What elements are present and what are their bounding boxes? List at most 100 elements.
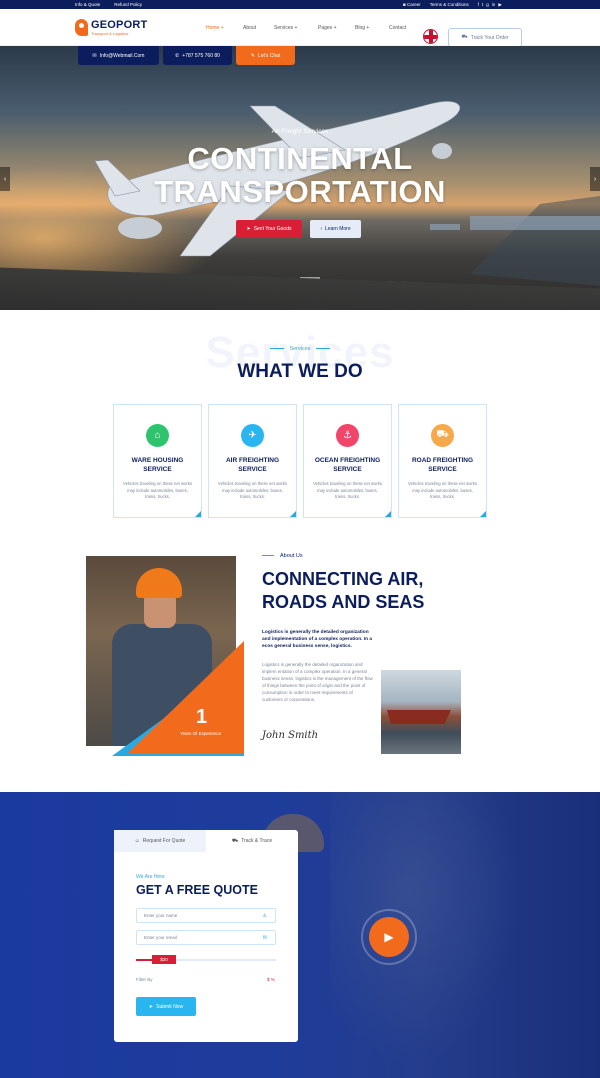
user-icon: ☺ [134, 838, 140, 844]
service-card-title: OCEAN FREIGHTING SERVICE [304, 456, 391, 474]
top-bar: Info & Quote Refund Policy ◙ Career Term… [0, 0, 600, 9]
phone-label: +787 575 760 80 [182, 52, 220, 59]
price-slider-value[interactable]: $20 [152, 955, 176, 964]
service-card-title-line1: ROAD FREIGHTING [411, 457, 474, 464]
camera-icon: ◙ [403, 2, 406, 7]
phone-icon: ✆ [175, 52, 180, 59]
service-card-road-freighting[interactable]: ⛟ ROAD FREIGHTING SERVICE Vehicles travel… [398, 404, 487, 518]
service-card-title: ROAD FREIGHTING SERVICE [399, 456, 486, 474]
services-title: WHAT WE DO [237, 361, 363, 382]
submit-button[interactable]: ➤ Submit Now [136, 997, 196, 1016]
quote-section [0, 792, 600, 1078]
service-card-title: WARE HOUSING SERVICE [114, 456, 201, 474]
play-icon[interactable]: ▶ [369, 917, 409, 957]
tab-request-quote-label: Request For Quote [142, 838, 186, 844]
hero-buttons: ➤ Sent Your Goods › Learn More [236, 220, 361, 238]
email-field[interactable]: Enter your email ✉ [136, 930, 276, 945]
nav-item-services[interactable]: Services + [274, 25, 318, 31]
quote-kicker: We Are Here [136, 874, 165, 880]
hero-title-line1: CONTINENTAL [187, 141, 413, 176]
years-number: 1 [196, 706, 208, 728]
hero-title-line2: TRANSPORTATION [154, 174, 446, 209]
chat-label: Let's Chat [257, 52, 281, 59]
ship-shape [387, 710, 451, 724]
service-card-ocean-freighting[interactable]: ⚓ OCEAN FREIGHTING SERVICE Vehicles trave… [303, 404, 392, 518]
nav-item-home[interactable]: Home + [206, 25, 243, 31]
nav-item-pages[interactable]: Pages + [318, 25, 355, 31]
topbar-career-label: Career [406, 2, 421, 7]
name-field[interactable]: Enter your name ♙ [136, 908, 276, 923]
linkedin-icon[interactable]: in [492, 2, 496, 8]
video-play-ring: ▶ [361, 909, 417, 965]
service-card-title-line1: AIR FREIGHTING [225, 457, 280, 464]
brand-name: GEOPORT [91, 18, 148, 31]
tab-track-trace[interactable]: ⛟ Track & Trace [206, 830, 298, 852]
home-icon: ⌂ [146, 424, 169, 447]
phone-pill[interactable]: ✆ +787 575 760 80 [163, 46, 232, 65]
language-flag-icon[interactable] [423, 29, 438, 44]
submit-label: Submit Now [156, 1003, 184, 1010]
about-lead-text: Logistics is generally the detailed orga… [262, 630, 373, 650]
topbar-link-refund-policy[interactable]: Refund Policy [114, 2, 142, 7]
mail-icon: ✉ [262, 934, 267, 941]
worker-helmet [136, 568, 182, 598]
arrow-right-icon: › [320, 226, 323, 232]
brand-tagline: Transport & Logistics [91, 30, 129, 36]
topbar-career[interactable]: ◙ Career [403, 2, 421, 7]
tab-request-quote[interactable]: ☺ Request For Quote [114, 830, 206, 852]
service-card-title-line2: SERVICE [333, 466, 362, 473]
service-card-title-line1: OCEAN FREIGHTING [314, 457, 381, 464]
logo-mark-icon [75, 19, 88, 36]
hero-subtitle: Air Freight Services [271, 128, 329, 135]
topbar-terms[interactable]: Terms & Conditions [430, 2, 469, 7]
services-kicker: Services [0, 346, 600, 352]
service-card-title-line2: SERVICE [238, 466, 267, 473]
quote-form-card: ☺ Request For Quote ⛟ Track & Trace We A… [114, 830, 298, 1042]
truck-icon: ⛟ [431, 424, 454, 447]
send-icon: ➤ [148, 1003, 154, 1010]
facebook-icon[interactable]: f [478, 2, 479, 8]
topbar-link-info-quote[interactable]: Info & Quote [75, 2, 100, 7]
youtube-icon[interactable]: ▶ [498, 2, 501, 8]
service-card-air-freighting[interactable]: ✈ AIR FREIGHTING SERVICE Vehicles traveli… [208, 404, 297, 518]
about-kicker: About Us [262, 553, 303, 559]
email-label: Info@Webmail.Com [99, 52, 145, 59]
plane-icon: ✈ [241, 424, 264, 447]
filter-label: Filter By [136, 977, 153, 982]
about-body-text: Logistics is generally the detailed orga… [262, 662, 373, 702]
service-card-title-line2: SERVICE [143, 466, 172, 473]
nav-item-about[interactable]: About [243, 25, 274, 31]
filter-value[interactable]: $ % [267, 977, 275, 982]
hero-title: CONTINENTAL TRANSPORTATION [0, 142, 600, 208]
logo[interactable]: GEOPORT Transport & Logistics [75, 19, 147, 36]
name-placeholder: Enter your name [144, 913, 178, 918]
learn-more-button[interactable]: › Learn More [310, 220, 361, 238]
track-order-label: Track Your Order [470, 34, 509, 41]
email-placeholder: Enter your email [144, 935, 177, 940]
chat-icon: ✎ [250, 52, 255, 59]
tab-track-trace-label: Track & Trace [241, 838, 273, 844]
about-title-line1: CONNECTING AIR, [262, 569, 424, 589]
social-links: f t g in ▶ [478, 2, 502, 8]
send-goods-button[interactable]: ➤ Sent Your Goods [236, 220, 302, 238]
nav-item-blog[interactable]: Blog + [355, 25, 389, 31]
chat-pill[interactable]: ✎ Let's Chat [236, 46, 295, 65]
years-label: Years Of Experience [180, 731, 222, 736]
twitter-icon[interactable]: t [482, 2, 483, 8]
truck-icon: ⛟ [461, 34, 468, 40]
mail-icon: ✉ [92, 52, 97, 59]
service-card-description: Vehicles traveling on these net works ma… [313, 481, 382, 500]
service-card-warehousing[interactable]: ⌂ WARE HOUSING SERVICE Vehicles traveling… [113, 404, 202, 518]
nav-item-contact[interactable]: Contact [389, 25, 406, 31]
service-card-title-line1: WARE HOUSING [131, 457, 184, 464]
contact-pills: ✉ Info@Webmail.Com ✆ +787 575 760 80 ✎ L… [78, 46, 295, 65]
signature: John Smith [262, 730, 319, 741]
send-icon: ➤ [246, 226, 251, 232]
learn-more-label: Learn More [325, 226, 351, 232]
google-icon[interactable]: g [486, 2, 489, 8]
about-title-line2: ROADS AND SEAS [262, 592, 425, 612]
track-order-button[interactable]: ⛟ Track Your Order [448, 28, 522, 47]
email-pill[interactable]: ✉ Info@Webmail.Com [78, 46, 159, 65]
service-card-description: Vehicles traveling on these net works ma… [408, 481, 477, 500]
about-title: CONNECTING AIR, ROADS AND SEAS [262, 568, 424, 614]
